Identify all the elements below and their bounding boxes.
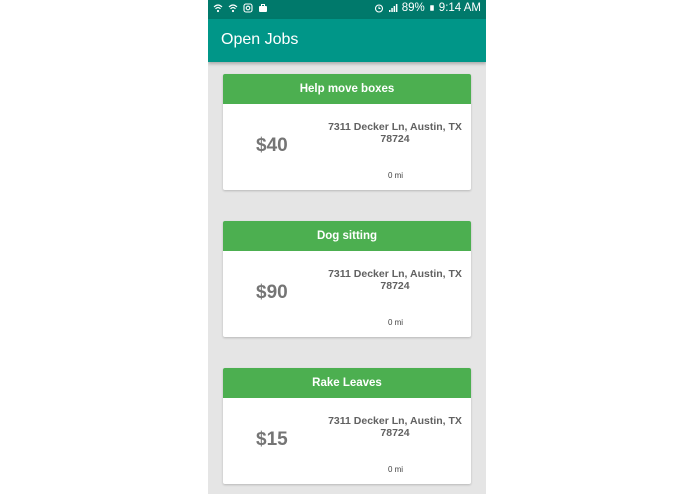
job-card[interactable]: Help move boxes $40 7311 Decker Ln, Aust… [223,74,471,190]
battery-icon [429,5,434,11]
status-bar: 89% 9:14 AM [208,0,486,19]
job-price: $40 [256,135,288,156]
battery-percent: 89% [401,2,425,14]
status-icons-left [213,3,268,13]
signal-icon [388,4,398,12]
job-card[interactable]: Dog sitting $90 7311 Decker Ln, Austin, … [223,221,471,337]
job-list: Help move boxes $40 7311 Decker Ln, Aust… [223,74,471,494]
instagram-icon [243,3,253,13]
status-icons-right: 89% 9:14 AM [374,2,481,14]
job-title: Help move boxes [223,74,471,104]
wifi-icon [228,4,238,13]
job-address: 7311 Decker Ln, Austin, TX 78724 [328,415,462,439]
job-price: $15 [256,429,288,450]
job-distance: 0 mi [387,465,404,474]
job-address: 7311 Decker Ln, Austin, TX 78724 [328,268,462,292]
job-distance: 0 mi [387,318,404,327]
job-price: $90 [256,282,288,303]
wifi-icon [213,4,223,13]
job-address: 7311 Decker Ln, Austin, TX 78724 [328,121,462,145]
app-bar: Open Jobs [208,19,486,62]
phone-screen: 89% 9:14 AM Open Jobs Help move boxes $4… [208,0,486,494]
job-distance: 0 mi [387,171,404,180]
job-title: Dog sitting [223,221,471,251]
job-card[interactable]: Rake Leaves $15 7311 Decker Ln, Austin, … [223,368,471,484]
page-title: Open Jobs [221,31,299,48]
clock: 9:14 AM [438,2,481,14]
alarm-icon [374,4,383,13]
briefcase-icon [259,4,267,12]
job-title: Rake Leaves [223,368,471,398]
